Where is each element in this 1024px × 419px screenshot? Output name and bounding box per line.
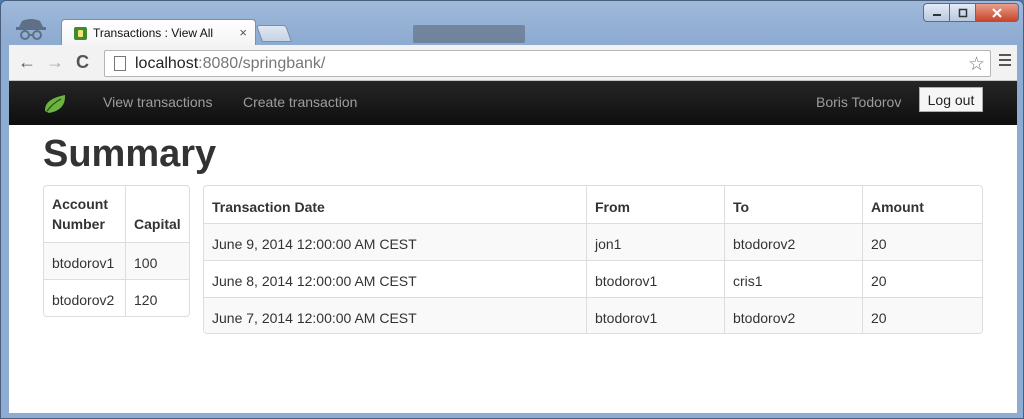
tooltip-shadow	[413, 25, 525, 43]
title-bar: Transactions : View All ×	[1, 1, 1023, 46]
new-tab-button[interactable]	[255, 25, 293, 42]
spring-leaf-logo-icon[interactable]	[41, 93, 69, 115]
table-row: btodorov1 100	[44, 242, 189, 279]
transactions-table: Transaction Date From To Amount June 9, …	[203, 185, 983, 334]
table-row: June 8, 2014 12:00:00 AM CEST btodorov1 …	[204, 260, 982, 297]
capital-cell: 120	[125, 279, 189, 316]
account-number-cell: btodorov1	[44, 242, 125, 279]
column-header-amount: Amount	[862, 186, 982, 223]
window-controls	[923, 3, 1019, 23]
forward-button[interactable]: →	[46, 52, 64, 72]
accounts-table: Account Number Capital btodorov1 100 bto…	[43, 185, 190, 317]
column-header-transaction-date: Transaction Date	[212, 199, 325, 215]
tab-title: Transactions : View All	[93, 26, 214, 40]
date-cell: June 7, 2014 12:00:00 AM CEST	[204, 297, 586, 333]
date-cell: June 8, 2014 12:00:00 AM CEST	[204, 260, 586, 297]
column-header-account-number: Account Number	[52, 196, 108, 232]
incognito-icon	[16, 19, 46, 40]
table-row: June 7, 2014 12:00:00 AM CEST btodorov1 …	[204, 297, 982, 333]
capital-cell: 100	[125, 242, 189, 279]
bookmark-star-icon[interactable]: ☆	[968, 53, 985, 76]
close-window-button[interactable]	[975, 3, 1019, 22]
menu-icon[interactable]	[999, 54, 1011, 68]
from-cell: btodorov1	[586, 297, 724, 333]
close-icon	[992, 7, 1002, 18]
amount-cell: 20	[862, 297, 982, 333]
column-header-from: From	[586, 186, 724, 223]
maximize-icon	[958, 8, 967, 17]
from-cell: btodorov1	[586, 260, 724, 297]
date-cell: June 9, 2014 12:00:00 AM CEST	[204, 223, 586, 260]
to-cell: cris1	[724, 260, 862, 297]
to-cell: btodorov2	[724, 297, 862, 333]
app-navbar: View transactions Create transaction Bor…	[9, 81, 1017, 125]
browser-toolbar: ← → C localhost:8080/springbank/ ☆	[9, 45, 1017, 81]
lock-favicon-icon	[74, 27, 87, 40]
account-number-cell: btodorov2	[44, 279, 125, 316]
minimize-icon	[932, 13, 941, 16]
address-bar[interactable]: localhost:8080/springbank/ ☆	[104, 50, 991, 77]
browser-window: Transactions : View All × ← → C localhos…	[0, 0, 1024, 419]
page-icon	[114, 56, 126, 71]
minimize-button[interactable]	[923, 3, 949, 22]
column-header-to: To	[724, 186, 862, 223]
to-cell: btodorov2	[724, 223, 862, 260]
amount-cell: 20	[862, 223, 982, 260]
nav-create-transaction[interactable]: Create transaction	[243, 94, 357, 110]
back-button[interactable]: ←	[18, 52, 36, 72]
table-row: btodorov2 120	[44, 279, 189, 316]
nav-view-transactions[interactable]: View transactions	[103, 94, 212, 110]
reload-button[interactable]: C	[76, 52, 89, 72]
column-header-capital: Capital	[125, 186, 189, 242]
url-text[interactable]: localhost:8080/springbank/	[135, 55, 325, 73]
from-cell: jon1	[586, 223, 724, 260]
tab-close-icon[interactable]: ×	[239, 25, 247, 40]
amount-cell: 20	[862, 260, 982, 297]
tab-transactions[interactable]: Transactions : View All ×	[61, 19, 256, 46]
table-row: June 9, 2014 12:00:00 AM CEST jon1 btodo…	[204, 223, 982, 260]
user-name: Boris Todorov	[816, 94, 902, 110]
page-title: Summary	[43, 133, 217, 175]
page-viewport: View transactions Create transaction Bor…	[9, 81, 1017, 413]
logout-button[interactable]: Log out	[919, 87, 983, 112]
maximize-button[interactable]	[949, 3, 975, 22]
